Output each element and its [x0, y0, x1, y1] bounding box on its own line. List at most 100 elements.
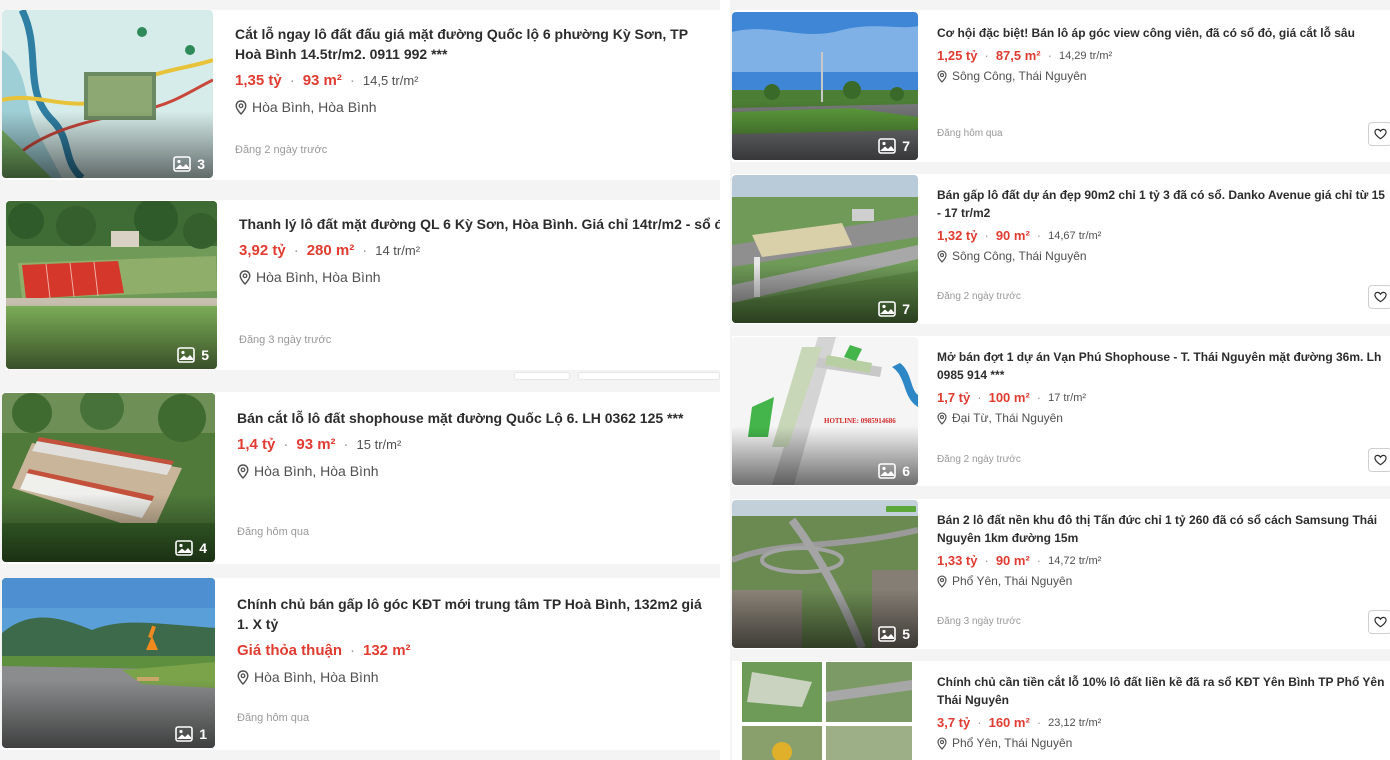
image-watermark: [886, 506, 916, 512]
listing-title[interactable]: Bán 2 lô đất nền khu đô thị Tấn đức chỉ …: [937, 511, 1390, 547]
toolbar-button[interactable]: [578, 372, 720, 380]
listing-area: 132 m²: [363, 642, 411, 659]
listing-posted-time: Đăng 3 ngày trước: [239, 334, 332, 346]
listing-area: 93 m²: [302, 72, 342, 89]
photo-count: 5: [177, 347, 209, 363]
listing-price: 1,25 tỷ: [937, 48, 978, 63]
photo-count: 6: [878, 463, 910, 479]
location-pin-icon: [937, 412, 947, 425]
listing-card[interactable]: 1 Chính chủ bán gấp lô góc KĐT mới trung…: [2, 578, 720, 750]
save-listing-button[interactable]: [1368, 610, 1390, 634]
listing-posted-time: Đăng 3 ngày trước: [937, 616, 1021, 627]
photo-count: 3: [173, 156, 205, 172]
listing-card[interactable]: Chính chủ cần tiền cắt lỗ 10% lô đất liề…: [732, 661, 1390, 760]
image-icon: [878, 138, 896, 154]
heart-icon: [1374, 291, 1387, 303]
listing-price: 1,35 tỷ: [235, 72, 282, 89]
save-listing-button[interactable]: [1368, 285, 1390, 309]
listing-thumbnail[interactable]: 3: [2, 10, 213, 178]
location-pin-icon: [937, 250, 947, 263]
photo-count: 5: [878, 626, 910, 642]
listing-location: Hòa Bình, Hòa Bình: [237, 463, 713, 479]
listing-price-per-m2: 15 tr/m²: [356, 437, 402, 452]
listing-title[interactable]: Mở bán đợt 1 dự án Vạn Phú Shophouse - T…: [937, 348, 1387, 384]
listing-posted-time: Đăng hôm qua: [237, 712, 310, 724]
listing-card[interactable]: 5 Thanh lý lô đất mặt đường QL 6 Kỳ Sơn,…: [6, 200, 720, 370]
heart-icon: [1374, 454, 1387, 466]
listing-area: 93 m²: [296, 436, 336, 453]
listing-price-per-m2: 14,72 tr/m²: [1048, 554, 1102, 567]
listing-card[interactable]: 3 Cắt lỗ ngay lô đất đấu giá mặt đường Q…: [2, 10, 720, 180]
photo-count: 7: [878, 138, 910, 154]
location-pin-icon: [937, 575, 947, 588]
listing-card[interactable]: 4 Bán cắt lỗ lô đất shophouse mặt đường …: [2, 392, 720, 564]
listing-price-per-m2: 14 tr/m²: [375, 243, 421, 258]
listing-area: 160 m²: [988, 715, 1030, 730]
photo-count: 4: [175, 540, 207, 556]
listing-meta: 1,33 tỷ · 90 m² · 14,72 tr/m²: [937, 553, 1102, 568]
left-listing-column: 3 Cắt lỗ ngay lô đất đấu giá mặt đường Q…: [0, 0, 720, 760]
listing-thumbnail[interactable]: 5: [6, 201, 217, 369]
listing-price: 1,4 tỷ: [237, 436, 276, 453]
listing-card[interactable]: 5 Bán 2 lô đất nền khu đô thị Tấn đức ch…: [732, 499, 1390, 649]
location-pin-icon: [237, 464, 249, 479]
listing-area: 87,5 m²: [995, 48, 1041, 63]
listing-price: 1,32 tỷ: [937, 228, 978, 243]
listing-location: Hòa Bình, Hòa Bình: [235, 99, 713, 115]
toolbar-button[interactable]: [514, 372, 570, 380]
listing-price-per-m2: 14,29 tr/m²: [1058, 49, 1113, 62]
location-pin-icon: [937, 70, 947, 83]
image-icon: [175, 726, 193, 742]
listing-meta: 3,7 tỷ · 160 m² · 23,12 tr/m²: [937, 715, 1102, 730]
listing-meta: 1,4 tỷ · 93 m² · 15 tr/m²: [237, 436, 402, 453]
listing-posted-time: Đăng 2 ngày trước: [937, 291, 1021, 302]
listing-title[interactable]: Cắt lỗ ngay lô đất đấu giá mặt đường Quố…: [235, 24, 713, 64]
listing-area: 280 m²: [306, 242, 355, 259]
listing-meta: 1,7 tỷ · 100 m² · 17 tr/m²: [937, 390, 1087, 405]
image-icon: [878, 626, 896, 642]
listing-title[interactable]: Thanh lý lô đất mặt đường QL 6 Kỳ Sơn, H…: [239, 214, 720, 234]
save-listing-button[interactable]: [1368, 448, 1390, 472]
listing-location: Sông Công, Thái Nguyên: [937, 69, 1387, 83]
listing-thumbnail[interactable]: 7: [732, 12, 918, 160]
location-pin-icon: [237, 670, 249, 685]
image-icon: [878, 301, 896, 317]
listing-title[interactable]: Chính chủ bán gấp lô góc KĐT mới trung t…: [237, 594, 713, 634]
location-pin-icon: [239, 270, 251, 285]
listing-title[interactable]: Cơ hội đặc biệt! Bán lô áp góc view công…: [937, 24, 1387, 42]
listing-price-per-m2: 17 tr/m²: [1048, 391, 1087, 404]
listing-location: Phổ Yên, Thái Nguyên: [937, 736, 1387, 750]
listing-thumbnail[interactable]: 5: [732, 500, 918, 648]
listing-thumbnail[interactable]: [732, 662, 918, 760]
listing-title[interactable]: Bán gấp lô đất dự án đẹp 90m2 chỉ 1 tỷ 3…: [937, 186, 1387, 222]
hotline-label: HOTLINE: 0985914686: [824, 417, 896, 425]
location-pin-icon: [937, 737, 947, 750]
listing-thumbnail[interactable]: 1: [2, 578, 215, 748]
listing-location: Sông Công, Thái Nguyên: [937, 249, 1387, 263]
location-pin-icon: [235, 100, 247, 115]
listing-card[interactable]: 7 Bán gấp lô đất dự án đẹp 90m2 chỉ 1 tỷ…: [732, 174, 1390, 324]
listing-card[interactable]: 7 Cơ hội đặc biệt! Bán lô áp góc view cô…: [732, 10, 1390, 162]
listing-meta: 1,35 tỷ · 93 m² · 14,5 tr/m²: [235, 72, 419, 89]
listing-price: 3,92 tỷ: [239, 242, 286, 259]
listing-title[interactable]: Bán cắt lỗ lô đất shophouse mặt đường Qu…: [237, 408, 713, 428]
save-listing-button[interactable]: [1368, 122, 1390, 146]
heart-icon: [1374, 616, 1387, 628]
image-icon: [173, 156, 191, 172]
listing-posted-time: Đăng 2 ngày trước: [937, 454, 1021, 465]
listing-thumbnail[interactable]: 4: [2, 393, 215, 562]
image-icon: [878, 463, 896, 479]
listing-area: 90 m²: [995, 228, 1030, 243]
listing-thumbnail[interactable]: HOTLINE: 0985914686 6: [732, 337, 918, 485]
listing-thumbnail[interactable]: 7: [732, 175, 918, 323]
photo-count: 7: [878, 301, 910, 317]
listing-posted-time: Đăng 2 ngày trước: [235, 144, 328, 156]
listing-location: Hòa Bình, Hòa Bình: [239, 269, 720, 285]
listing-meta: Giá thỏa thuận · 132 m²: [237, 642, 411, 659]
listing-price-per-m2: 14,67 tr/m²: [1048, 229, 1102, 242]
listing-meta: 3,92 tỷ · 280 m² · 14 tr/m²: [239, 242, 421, 259]
listing-card[interactable]: HOTLINE: 0985914686 6 Mở bán đợt 1 dự án…: [732, 336, 1390, 486]
listing-title[interactable]: Chính chủ cần tiền cắt lỗ 10% lô đất liề…: [937, 673, 1387, 709]
image-icon: [175, 540, 193, 556]
listing-price-per-m2: 14,5 tr/m²: [362, 73, 419, 88]
